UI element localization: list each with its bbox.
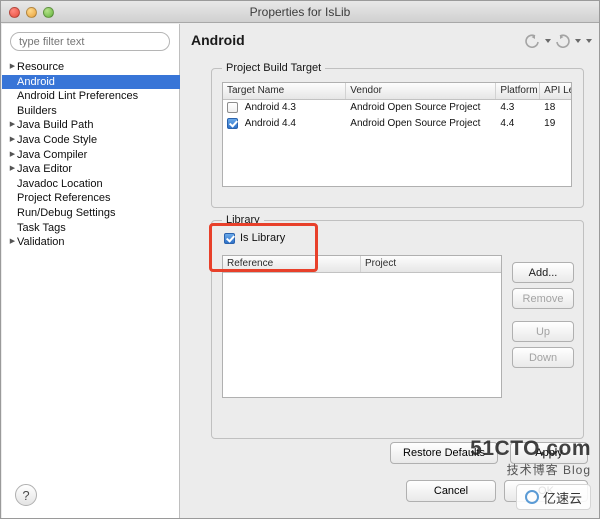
table-row[interactable]: Android 4.4 Android Open Source Project … bbox=[223, 116, 571, 132]
add-button[interactable]: Add... bbox=[512, 262, 574, 283]
watermark-main: 51CTO.com bbox=[470, 437, 591, 460]
sidebar-item-label: Resource bbox=[17, 61, 65, 73]
chevron-right-icon: ▶ bbox=[9, 135, 16, 143]
sidebar-item-run-debug-settings[interactable]: Run/Debug Settings bbox=[2, 206, 180, 221]
sidebar-item-label: Project References bbox=[17, 192, 111, 205]
is-library-row[interactable]: Is Library bbox=[224, 232, 285, 244]
sidebar-item-label: Java Editor bbox=[17, 163, 73, 176]
sidebar-item-label: Java Code Style bbox=[17, 133, 98, 146]
sidebar-item-java-code-style[interactable]: ▶ Java Code Style bbox=[2, 133, 180, 148]
sidebar-item-label: Javadoc Location bbox=[17, 177, 103, 190]
sidebar-item-task-tags[interactable]: Task Tags bbox=[2, 221, 180, 236]
settings-tree: ▶ Resource Android Android Lint Preferenc… bbox=[2, 60, 180, 250]
page-title: Android bbox=[191, 32, 245, 48]
target-name: Android 4.4 bbox=[244, 118, 296, 129]
sidebar-item-java-build-path[interactable]: ▶ Java Build Path bbox=[2, 118, 180, 133]
sidebar-item-android[interactable]: Android bbox=[2, 74, 180, 90]
table-header: Target Name Vendor Platform API Le bbox=[223, 83, 571, 100]
chevron-right-icon: ▶ bbox=[9, 63, 16, 70]
is-library-label: Is Library bbox=[240, 232, 286, 244]
sidebar-item-label: Task Tags bbox=[17, 221, 66, 234]
properties-dialog: Properties for IsLib ▶Resource Android A… bbox=[0, 0, 600, 519]
row-checkbox[interactable] bbox=[227, 117, 238, 129]
platform: 4.4 bbox=[500, 118, 515, 129]
up-button[interactable]: Up bbox=[512, 321, 574, 342]
forward-arrow-icon[interactable] bbox=[555, 34, 570, 48]
sidebar-item-label: Android Lint Preferences bbox=[17, 90, 139, 103]
column-reference[interactable]: Reference bbox=[223, 256, 361, 272]
sidebar-item-label: Validation bbox=[17, 236, 65, 249]
target-name: Android 4.3 bbox=[244, 102, 296, 113]
vendor: Android Open Source Project bbox=[350, 118, 481, 129]
sidebar-item-label: Android bbox=[17, 75, 55, 88]
chevron-right-icon: ▶ bbox=[9, 165, 16, 173]
column-api-level[interactable]: API Le bbox=[540, 83, 571, 99]
watermark-badge: 亿速云 bbox=[515, 484, 591, 510]
chevron-right-icon: ▶ bbox=[9, 121, 16, 129]
sidebar-item-builders[interactable]: Builders bbox=[2, 104, 180, 119]
sidebar-item-android-lint-preferences[interactable]: Android Lint Preferences bbox=[2, 89, 180, 104]
sidebar-item-validation[interactable]: ▶ Validation bbox=[2, 235, 180, 250]
column-project[interactable]: Project bbox=[361, 256, 501, 272]
sidebar-item-java-editor[interactable]: ▶ Java Editor bbox=[2, 162, 180, 177]
window-title: Properties for IsLib bbox=[249, 5, 351, 19]
platform: 4.3 bbox=[500, 102, 515, 113]
cloud-icon bbox=[524, 490, 539, 504]
sidebar-item-java-compiler[interactable]: ▶ Java Compiler bbox=[2, 148, 180, 163]
sidebar-item-label: Java Compiler bbox=[17, 148, 88, 161]
chevron-right-icon: ▶ bbox=[9, 150, 16, 158]
table-row[interactable]: Android 4.3 Android Open Source Project … bbox=[223, 100, 571, 116]
chevron-right-icon: ▶ bbox=[9, 238, 16, 246]
sidebar-item-label: Run/Debug Settings bbox=[17, 206, 116, 219]
is-library-checkbox[interactable] bbox=[224, 232, 235, 244]
library-group: Library Is Library Reference Project Add… bbox=[211, 214, 584, 439]
group-legend: Project Build Target bbox=[222, 62, 326, 74]
help-button[interactable]: ? bbox=[15, 484, 37, 506]
sidebar-item-javadoc-location[interactable]: Javadoc Location bbox=[2, 177, 180, 192]
watermark: 51CTO.com 技术博客 Blog bbox=[470, 437, 591, 478]
chevron-down-icon-2[interactable] bbox=[575, 39, 581, 43]
project-build-target-group: Project Build Target Target Name Vendor … bbox=[211, 62, 584, 208]
column-platform[interactable]: Platform bbox=[496, 83, 541, 99]
down-button[interactable]: Down bbox=[512, 347, 574, 368]
page-header-toolbar bbox=[525, 34, 592, 48]
build-target-table[interactable]: Target Name Vendor Platform API Le Andro… bbox=[222, 82, 572, 187]
library-reference-table[interactable]: Reference Project bbox=[222, 255, 502, 398]
sidebar-item-project-references[interactable]: Project References bbox=[2, 191, 180, 206]
group-legend: Library bbox=[222, 214, 264, 226]
vendor: Android Open Source Project bbox=[350, 102, 481, 113]
watermark-sub: 技术博客 Blog bbox=[506, 463, 591, 477]
api-level: 18 bbox=[544, 102, 556, 113]
chevron-down-icon[interactable] bbox=[545, 39, 551, 43]
sidebar-item-resource[interactable]: ▶ Resource bbox=[2, 60, 180, 75]
menu-icon[interactable] bbox=[586, 39, 592, 43]
table-header: Reference Project bbox=[223, 256, 501, 273]
column-vendor[interactable]: Vendor bbox=[346, 83, 497, 99]
sidebar-item-label: Java Build Path bbox=[17, 119, 94, 132]
title-bar: Properties for IsLib bbox=[1, 1, 599, 23]
back-arrow-icon[interactable] bbox=[525, 34, 540, 48]
remove-button[interactable]: Remove bbox=[512, 288, 574, 309]
cancel-button[interactable]: Cancel bbox=[406, 480, 496, 502]
watermark-badge-label: 亿速云 bbox=[542, 490, 582, 506]
settings-sidebar: ▶Resource Android Android Lint Preferenc… bbox=[2, 24, 180, 518]
column-target-name[interactable]: Target Name bbox=[223, 83, 347, 99]
filter-input[interactable] bbox=[10, 32, 170, 51]
row-checkbox[interactable] bbox=[227, 101, 238, 113]
api-level: 19 bbox=[544, 118, 556, 129]
sidebar-item-label: Builders bbox=[17, 104, 57, 117]
